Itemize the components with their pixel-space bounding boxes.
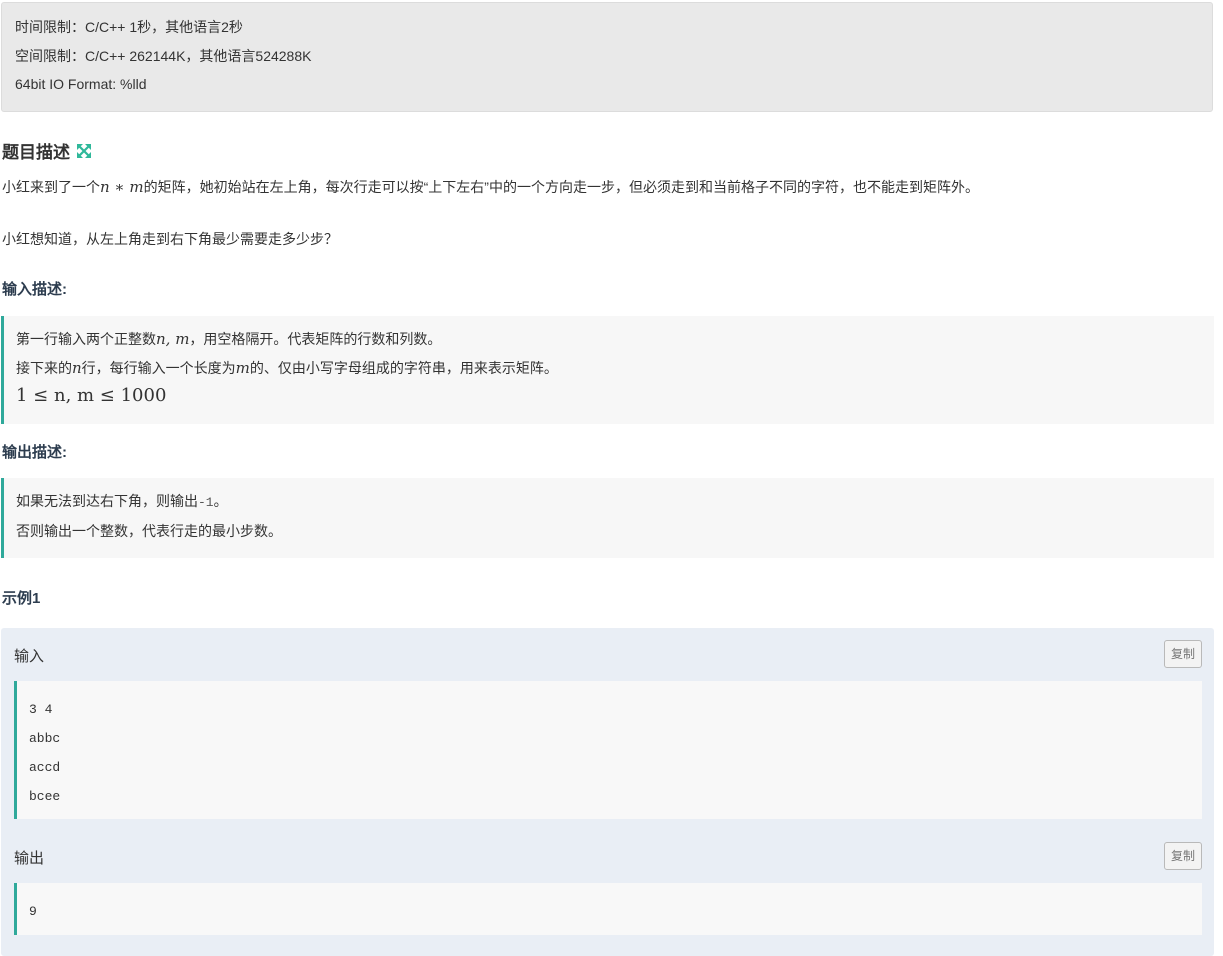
input-line2-text-a: 接下来的 [16,360,72,376]
example-output-label: 输出 [14,850,45,867]
para1-math: n ∗ m [100,178,144,196]
copy-input-button[interactable]: 复制 [1164,640,1202,668]
output-desc-line-2: 否则输出一个整数，代表行走的最小步数。 [16,523,282,539]
example-panel: 输入 复制 3 4 abbc accd bcee 输出 复制 9 [1,628,1214,956]
example-input-label: 输入 [14,648,45,665]
output-line1-text-a: 如果无法到达右下角，则输出 [16,493,198,509]
example-input-line: 3 4 [29,702,53,717]
io-format: 64bit IO Format: %lld [15,76,147,92]
description-title: 题目描述 [2,143,70,162]
input-line1-text-b: ，用空格隔开。代表矩阵的行数和列数。 [189,331,442,347]
input-line1-math: n, m [156,330,190,348]
output-desc-title: 输出描述: [2,444,67,461]
output-line1-text-b: 。 [213,493,228,509]
para1-text-a: 小红来到了一个 [2,179,100,195]
para1-text-b: 的矩阵，她初始站在左上角，每次行走可以按“上下左右”中的一个方向走一步，但必须走… [143,179,979,195]
output-line1-code: -1 [198,495,214,510]
example-output-code: 9 [14,883,1202,935]
copy-output-button[interactable]: 复制 [1164,842,1202,870]
description-paragraph-1: 小红来到了一个n ∗ m的矩阵，她初始站在左上角，每次行走可以按“上下左右”中的… [2,177,979,197]
input-constraint: 1 ≤ n, m ≤ 1000 [16,385,167,406]
description-paragraph-2: 小红想知道，从左上角走到右下角最少需要走多少步？ [2,231,338,247]
input-desc-title: 输入描述: [2,281,67,298]
input-line2-math-m: m [235,359,250,377]
input-desc-box: 第一行输入两个正整数n, m，用空格隔开。代表矩阵的行数和列数。 接下来的n行，… [1,316,1214,424]
example-input-line: abbc [29,731,61,746]
example-input-code: 3 4 abbc accd bcee [14,681,1202,819]
description-heading: 题目描述 [2,138,92,163]
input-line2-text-b: 行，每行输入一个长度为 [81,360,236,376]
limits-panel: 时间限制：C/C++ 1秒，其他语言2秒 空间限制：C/C++ 262144K，… [1,2,1213,112]
output-desc-box: 如果无法到达右下角，则输出-1。 否则输出一个整数，代表行走的最小步数。 [1,478,1214,558]
input-line2-text-c: 的、仅由小写字母组成的字符串，用来表示矩阵。 [249,360,558,376]
input-desc-line-2: 接下来的n行，每行输入一个长度为m的、仅由小写字母组成的字符串，用来表示矩阵。 [16,354,1202,383]
input-line1-text-a: 第一行输入两个正整数 [16,331,156,347]
input-desc-line-1: 第一行输入两个正整数n, m，用空格隔开。代表矩阵的行数和列数。 [16,325,1202,354]
example-input-line: bcee [29,789,61,804]
example-title: 示例1 [2,590,41,607]
time-limit: 时间限制：C/C++ 1秒，其他语言2秒 [15,19,243,35]
problem-page: 时间限制：C/C++ 1秒，其他语言2秒 空间限制：C/C++ 262144K，… [0,0,1223,956]
example-input-line: accd [29,760,61,775]
expand-icon[interactable] [76,143,92,159]
input-line2-math-n: n [72,359,82,377]
output-desc-line-1: 如果无法到达右下角，则输出-1。 [16,487,1202,517]
example-output-line: 9 [29,904,37,919]
space-limit: 空间限制：C/C++ 262144K，其他语言524288K [15,47,312,64]
